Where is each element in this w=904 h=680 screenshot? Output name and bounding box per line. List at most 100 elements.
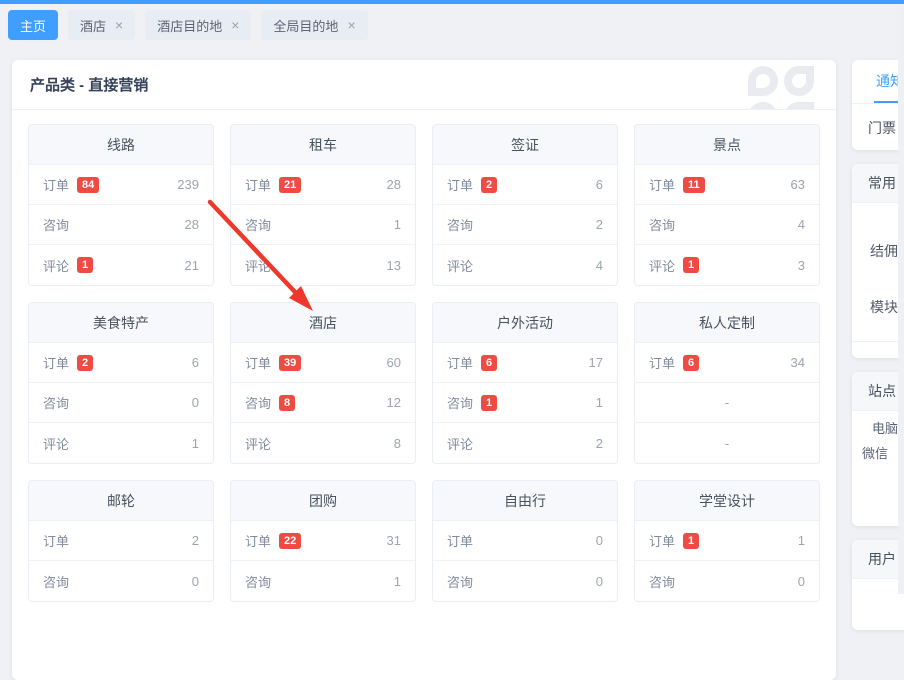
card-row[interactable]: 咨询0 — [433, 561, 617, 601]
row-value: 239 — [177, 177, 199, 192]
card-row[interactable]: 订单 0 — [433, 521, 617, 561]
row-label: 咨询 — [447, 393, 473, 412]
card-row[interactable]: 订单84239 — [29, 165, 213, 205]
vertical-scrollbar[interactable] — [898, 4, 904, 594]
row-label: 咨询 — [649, 572, 675, 591]
row-label: 评论 — [245, 256, 271, 275]
count-badge: 8 — [279, 395, 295, 411]
card-row[interactable]: - — [635, 423, 819, 463]
product-card: 景点订单1163 咨询 4 评论13 — [634, 124, 820, 286]
row-value: 1 — [394, 217, 401, 232]
count-badge: 84 — [77, 177, 99, 193]
row-value: 1 — [192, 436, 199, 451]
card-row[interactable]: 订单26 — [433, 165, 617, 205]
card-row[interactable]: 订单 6 17 — [433, 343, 617, 383]
row-label: 订单 — [649, 353, 675, 372]
row-label: 订单 — [447, 353, 473, 372]
card-title: 自由行 — [433, 481, 617, 521]
user-card: 用户 — [852, 540, 904, 630]
card-row[interactable]: 订单11 — [635, 521, 819, 561]
card-row[interactable]: 订单1163 — [635, 165, 819, 205]
card-row[interactable]: 订单2231 — [231, 521, 415, 561]
site-item-pc[interactable]: 电脑 — [852, 418, 904, 437]
card-row[interactable]: 咨询 4 — [635, 205, 819, 245]
card-row[interactable]: 咨询1 — [231, 561, 415, 601]
page-title: 产品类 - 直接营销 — [30, 74, 148, 95]
common-item-modules[interactable]: 模块 — [852, 297, 904, 317]
row-value: 17 — [589, 355, 603, 370]
row-label: 咨询 — [245, 572, 271, 591]
count-badge: 6 — [481, 355, 497, 371]
tab-1[interactable]: 主页 — [8, 10, 58, 40]
stats-card-grid: 线路订单84239咨询28评论121租车订单2128咨询1评论13签证订单26咨… — [12, 110, 836, 616]
row-value: 28 — [387, 177, 401, 192]
row-label: 订单 — [43, 531, 69, 550]
tab-close-icon[interactable]: × — [115, 18, 123, 32]
notice-item-tickets[interactable]: 门票 — [852, 104, 904, 150]
tab-3[interactable]: 酒店目的地× — [145, 10, 251, 40]
row-label: 订单 — [649, 175, 675, 194]
tab-close-icon[interactable]: × — [231, 18, 239, 32]
card-row[interactable]: 评论4 — [433, 245, 617, 285]
card-title: 租车 — [231, 125, 415, 165]
logo-shape-icon — [748, 102, 778, 110]
logo-shape-icon — [784, 66, 814, 96]
tab-close-icon[interactable]: × — [347, 18, 355, 32]
row-value: 4 — [798, 217, 805, 232]
card-row[interactable]: 订单26 — [29, 343, 213, 383]
tab-label: 全局目的地 — [273, 16, 338, 35]
row-label: 订单 — [447, 531, 473, 550]
count-badge: 2 — [481, 177, 497, 193]
row-value: 1 — [596, 395, 603, 410]
row-label: 订单 — [447, 175, 473, 194]
product-card: 团购订单2231咨询1 — [230, 480, 416, 602]
card-title: 私人定制 — [635, 303, 819, 343]
panel-header: 产品类 - 直接营销 — [12, 60, 836, 110]
card-title: 学堂设计 — [635, 481, 819, 521]
card-row[interactable]: 评论 13 — [231, 245, 415, 285]
row-label: 订单 — [245, 353, 271, 372]
card-row[interactable]: 订单634 — [635, 343, 819, 383]
row-value: 12 — [387, 395, 401, 410]
card-row[interactable]: 评论8 — [231, 423, 415, 463]
card-row[interactable]: 咨询812 — [231, 383, 415, 423]
card-row[interactable]: 咨询0 — [29, 383, 213, 423]
product-card: 自由行订单 0 咨询0 — [432, 480, 618, 602]
card-row[interactable]: 咨询2 — [433, 205, 617, 245]
common-item-commission[interactable]: 结佣 — [852, 241, 904, 261]
card-row[interactable]: 评论13 — [635, 245, 819, 285]
row-label: 咨询 — [649, 215, 675, 234]
common-card-header: 常用 — [852, 164, 904, 203]
user-card-header: 用户 — [852, 540, 904, 579]
card-row[interactable]: 订单2 — [29, 521, 213, 561]
row-value: 0 — [596, 533, 603, 548]
site-item-wechat[interactable]: 微信 — [852, 443, 904, 462]
card-title: 景点 — [635, 125, 819, 165]
card-row[interactable]: 评论1 — [29, 423, 213, 463]
row-value: 1 — [798, 533, 805, 548]
row-value: 21 — [185, 258, 199, 273]
count-badge: 1 — [683, 533, 699, 549]
product-card: 租车订单2128咨询1 评论 13 — [230, 124, 416, 286]
row-label: 评论 — [447, 434, 473, 453]
card-row[interactable]: 咨询0 — [635, 561, 819, 601]
row-value: 2 — [596, 436, 603, 451]
tab-2[interactable]: 酒店× — [68, 10, 135, 40]
card-row[interactable]: - — [635, 383, 819, 423]
card-row[interactable]: 评论 2 — [433, 423, 617, 463]
product-card: 邮轮订单2咨询0 — [28, 480, 214, 602]
logo-watermark-icon — [748, 66, 820, 110]
tab-4[interactable]: 全局目的地 × — [261, 10, 367, 40]
count-badge: 1 — [481, 395, 497, 411]
card-row[interactable]: 订单3960 — [231, 343, 415, 383]
row-label: 订单 — [43, 353, 69, 372]
card-row[interactable]: 咨询 1 1 — [433, 383, 617, 423]
card-row[interactable]: 咨询0 — [29, 561, 213, 601]
row-label: 评论 — [649, 256, 675, 275]
card-row[interactable]: 咨询1 — [231, 205, 415, 245]
row-value: 13 — [387, 258, 401, 273]
card-row[interactable]: 评论121 — [29, 245, 213, 285]
card-row[interactable]: 订单2128 — [231, 165, 415, 205]
row-value: 0 — [192, 574, 199, 589]
card-row[interactable]: 咨询28 — [29, 205, 213, 245]
